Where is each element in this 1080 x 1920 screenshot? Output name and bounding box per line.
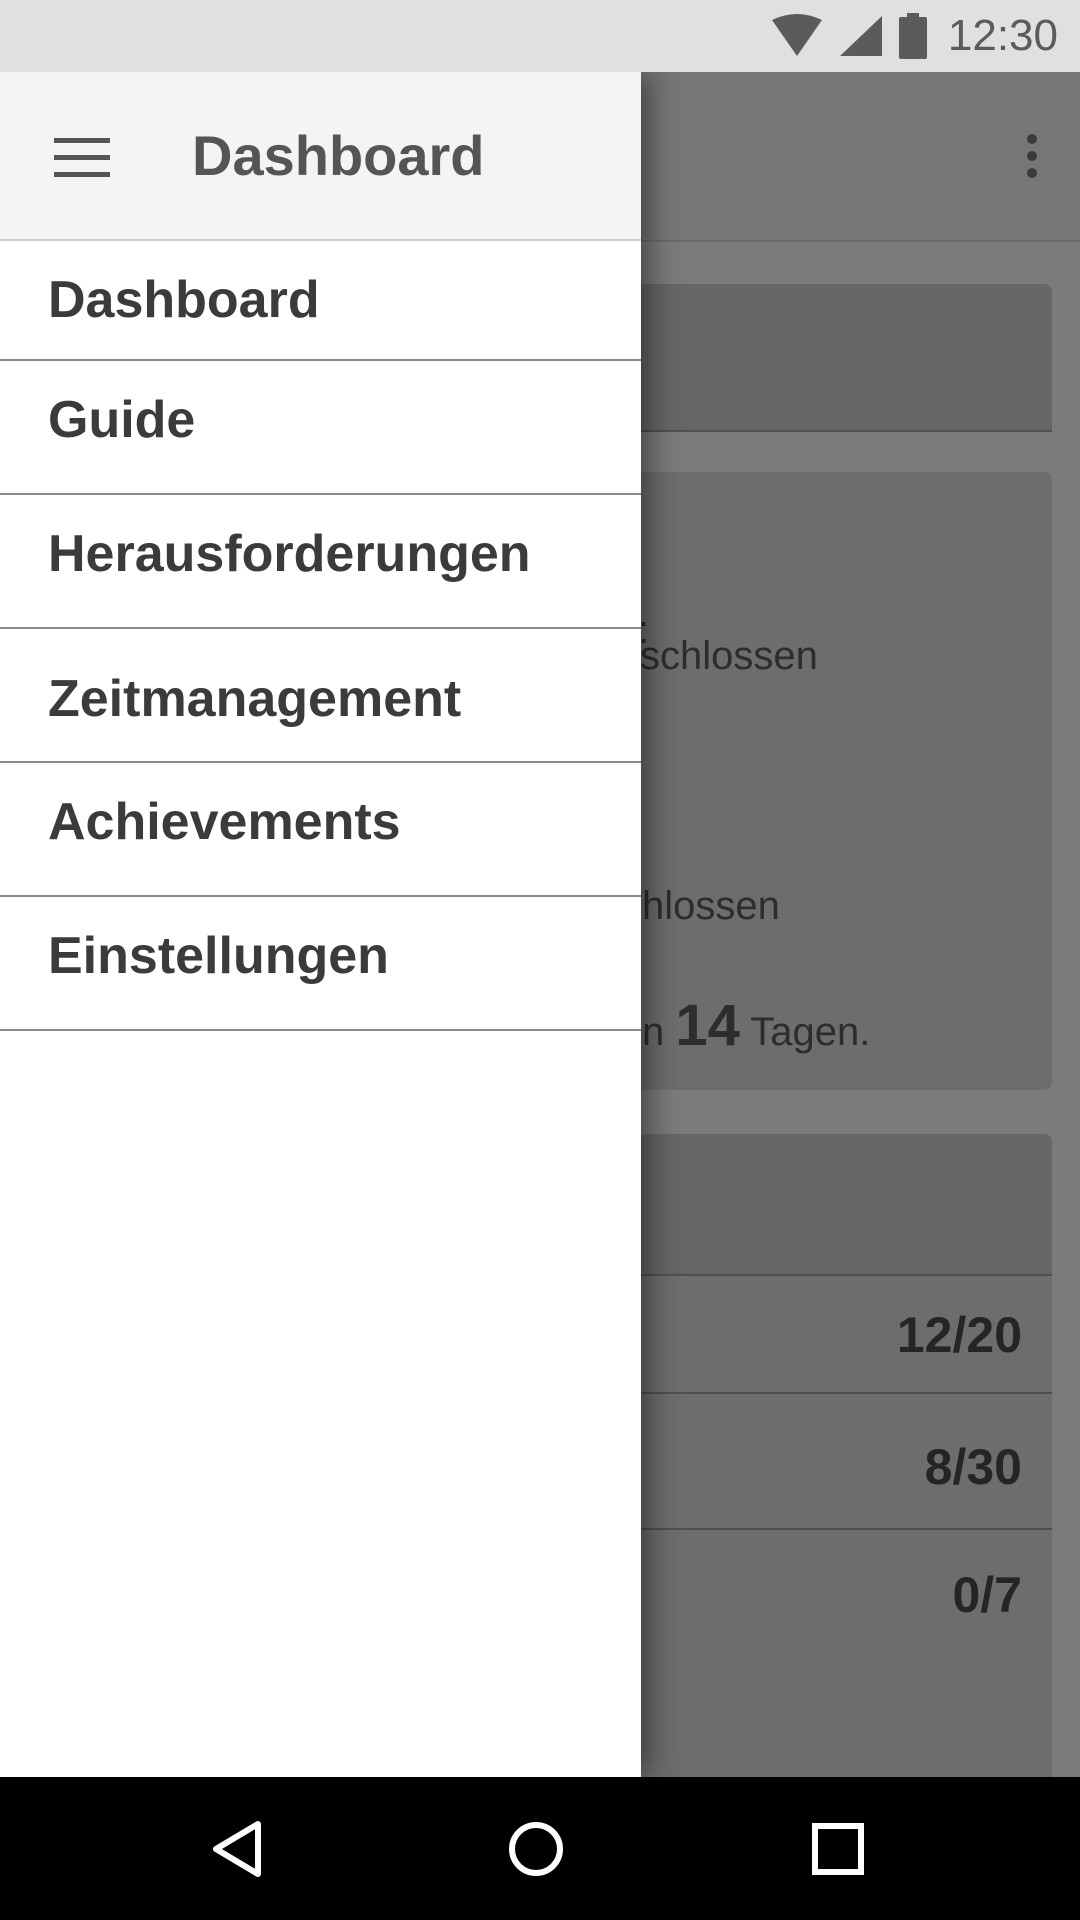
bg-overview-line2: schlossen	[640, 634, 818, 678]
drawer-item-dashboard[interactable]: Dashboard	[0, 241, 641, 361]
bg-progress-value: 8/30	[924, 1439, 1022, 1495]
bg-progress-value: 12/20	[896, 1307, 1022, 1363]
navigation-drawer: Dashboard Dashboard Guide Herausforderun…	[0, 72, 641, 1777]
drawer-item-zeitmanagement[interactable]: Zeitmanagement	[0, 629, 641, 763]
bg-overview-line4: n 14 Tagen.	[642, 992, 870, 1059]
bg-overview-line4-prefix: n	[642, 1010, 665, 1054]
status-bar: 12:30	[0, 0, 1080, 72]
bg-overview-line3: hlossen	[642, 884, 780, 928]
drawer-item-guide[interactable]: Guide	[0, 361, 641, 495]
drawer-item-einstellungen[interactable]: Einstellungen	[0, 897, 641, 1031]
back-icon[interactable]	[178, 1777, 298, 1920]
bg-overview-days-number: 14	[675, 993, 740, 1058]
drawer-item-achievements[interactable]: Achievements	[0, 763, 641, 897]
bg-overview-line4-suffix: Tagen.	[750, 1010, 871, 1054]
overflow-menu-icon[interactable]	[1022, 134, 1042, 182]
menu-icon[interactable]	[54, 138, 110, 178]
drawer-item-herausforderungen[interactable]: Herausforderungen	[0, 495, 641, 629]
recents-icon[interactable]	[778, 1777, 898, 1920]
home-icon[interactable]	[476, 1777, 596, 1920]
drawer-title: Dashboard	[192, 124, 485, 187]
drawer-menu: Dashboard Guide Herausforderungen Zeitma…	[0, 241, 641, 1031]
status-time: 12:30	[947, 11, 1058, 60]
system-nav-bar	[0, 1777, 1080, 1920]
signal-icon	[839, 16, 882, 56]
drawer-header: Dashboard	[0, 72, 641, 241]
bg-progress-value: 0/7	[952, 1567, 1022, 1623]
battery-icon	[898, 13, 927, 59]
wifi-icon	[771, 14, 822, 56]
